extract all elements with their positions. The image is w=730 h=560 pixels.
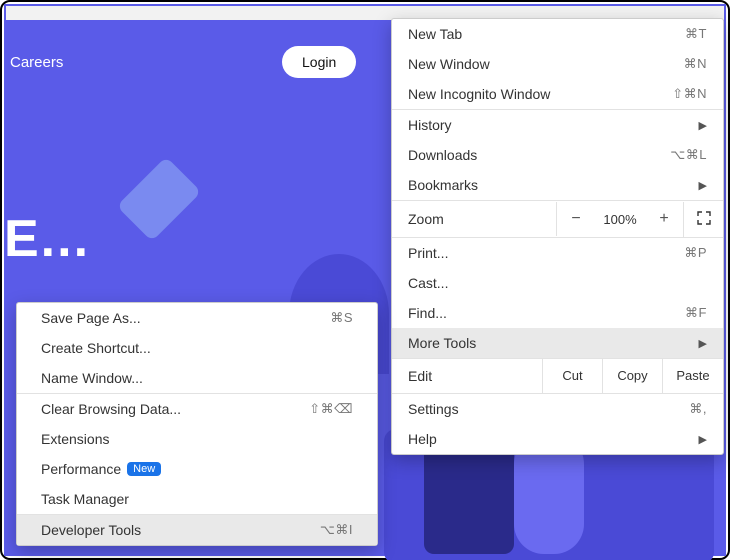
menu-item-downloads[interactable]: Downloads ⌥⌘L (392, 140, 723, 170)
menu-label: New Incognito Window (408, 86, 550, 102)
paste-button[interactable]: Paste (663, 359, 723, 393)
menu-label: History (408, 117, 452, 133)
menu-label: Downloads (408, 147, 477, 163)
submenu-item-name-window[interactable]: Name Window... (17, 363, 377, 393)
menu-shortcut: ⇧⌘N (672, 86, 707, 102)
menu-shortcut: ⌘P (684, 245, 707, 261)
menu-label: Name Window... (41, 370, 143, 386)
menu-shortcut: ⌘S (330, 310, 353, 326)
hero-text: E... (4, 209, 90, 269)
decorative-diamond (117, 157, 202, 242)
menu-label: Save Page As... (41, 310, 141, 326)
zoom-percentage: 100% (595, 203, 645, 236)
zoom-out-button[interactable]: − (557, 201, 595, 237)
menu-label: Print... (408, 245, 448, 261)
menu-item-new-window[interactable]: New Window ⌘N (392, 49, 723, 79)
submenu-arrow-icon: ▶ (699, 433, 707, 446)
menu-shortcut: ⌘N (684, 56, 707, 72)
menu-shortcut: ⌥⌘I (320, 522, 353, 538)
menu-label: Find... (408, 305, 447, 321)
edit-label: Edit (392, 359, 543, 393)
menu-label: New Window (408, 56, 490, 72)
app-window: Careers Login E... New Tab ⌘T New Window… (0, 0, 730, 560)
menu-item-bookmarks[interactable]: Bookmarks ▶ (392, 170, 723, 200)
menu-shortcut: ⇧⌘⌫ (309, 401, 353, 417)
menu-item-edit: Edit Cut Copy Paste (392, 358, 723, 394)
careers-link[interactable]: Careers (10, 54, 63, 71)
menu-shortcut: ⌘T (685, 26, 707, 42)
cut-button[interactable]: Cut (543, 359, 603, 393)
fullscreen-button[interactable] (683, 202, 723, 237)
menu-item-new-incognito[interactable]: New Incognito Window ⇧⌘N (392, 79, 723, 109)
menu-label: Extensions (41, 431, 109, 447)
menu-label: Developer Tools (41, 522, 141, 538)
menu-item-help[interactable]: Help ▶ (392, 424, 723, 454)
copy-button[interactable]: Copy (603, 359, 663, 393)
menu-label: Task Manager (41, 491, 129, 507)
menu-item-find[interactable]: Find... ⌘F (392, 298, 723, 328)
submenu-arrow-icon: ▶ (699, 337, 707, 350)
menu-item-new-tab[interactable]: New Tab ⌘T (392, 19, 723, 49)
menu-label: New Tab (408, 26, 462, 42)
zoom-label: Zoom (392, 202, 557, 236)
menu-item-settings[interactable]: Settings ⌘, (392, 394, 723, 424)
submenu-item-task-manager[interactable]: Task Manager (17, 484, 377, 514)
zoom-in-button[interactable]: + (645, 201, 683, 237)
menu-shortcut: ⌘, (689, 401, 707, 417)
new-badge: New (127, 462, 161, 476)
menu-label: More Tools (408, 335, 476, 351)
menu-item-history[interactable]: History ▶ (392, 110, 723, 140)
menu-item-more-tools[interactable]: More Tools ▶ (392, 328, 723, 358)
menu-item-print[interactable]: Print... ⌘P (392, 238, 723, 268)
fullscreen-icon (697, 211, 711, 225)
menu-label: Bookmarks (408, 177, 478, 193)
submenu-arrow-icon: ▶ (699, 119, 707, 132)
menu-item-cast[interactable]: Cast... (392, 268, 723, 298)
menu-label: Clear Browsing Data... (41, 401, 181, 417)
submenu-item-clear-browsing-data[interactable]: Clear Browsing Data... ⇧⌘⌫ (17, 394, 377, 424)
submenu-item-performance[interactable]: Performance New (17, 454, 377, 484)
menu-label: Help (408, 431, 437, 447)
login-button[interactable]: Login (282, 46, 356, 78)
menu-label: Create Shortcut... (41, 340, 151, 356)
browser-main-menu: New Tab ⌘T New Window ⌘N New Incognito W… (391, 18, 724, 455)
menu-label: Performance (41, 461, 121, 477)
menu-item-zoom: Zoom − 100% + (392, 200, 723, 238)
submenu-item-save-page[interactable]: Save Page As... ⌘S (17, 303, 377, 333)
submenu-item-developer-tools[interactable]: Developer Tools ⌥⌘I (17, 515, 377, 545)
submenu-item-create-shortcut[interactable]: Create Shortcut... (17, 333, 377, 363)
menu-label: Cast... (408, 275, 448, 291)
submenu-arrow-icon: ▶ (699, 179, 707, 192)
menu-label: Settings (408, 401, 459, 417)
submenu-item-extensions[interactable]: Extensions (17, 424, 377, 454)
menu-shortcut: ⌥⌘L (670, 147, 707, 163)
more-tools-submenu: Save Page As... ⌘S Create Shortcut... Na… (16, 302, 378, 546)
menu-shortcut: ⌘F (685, 305, 707, 321)
